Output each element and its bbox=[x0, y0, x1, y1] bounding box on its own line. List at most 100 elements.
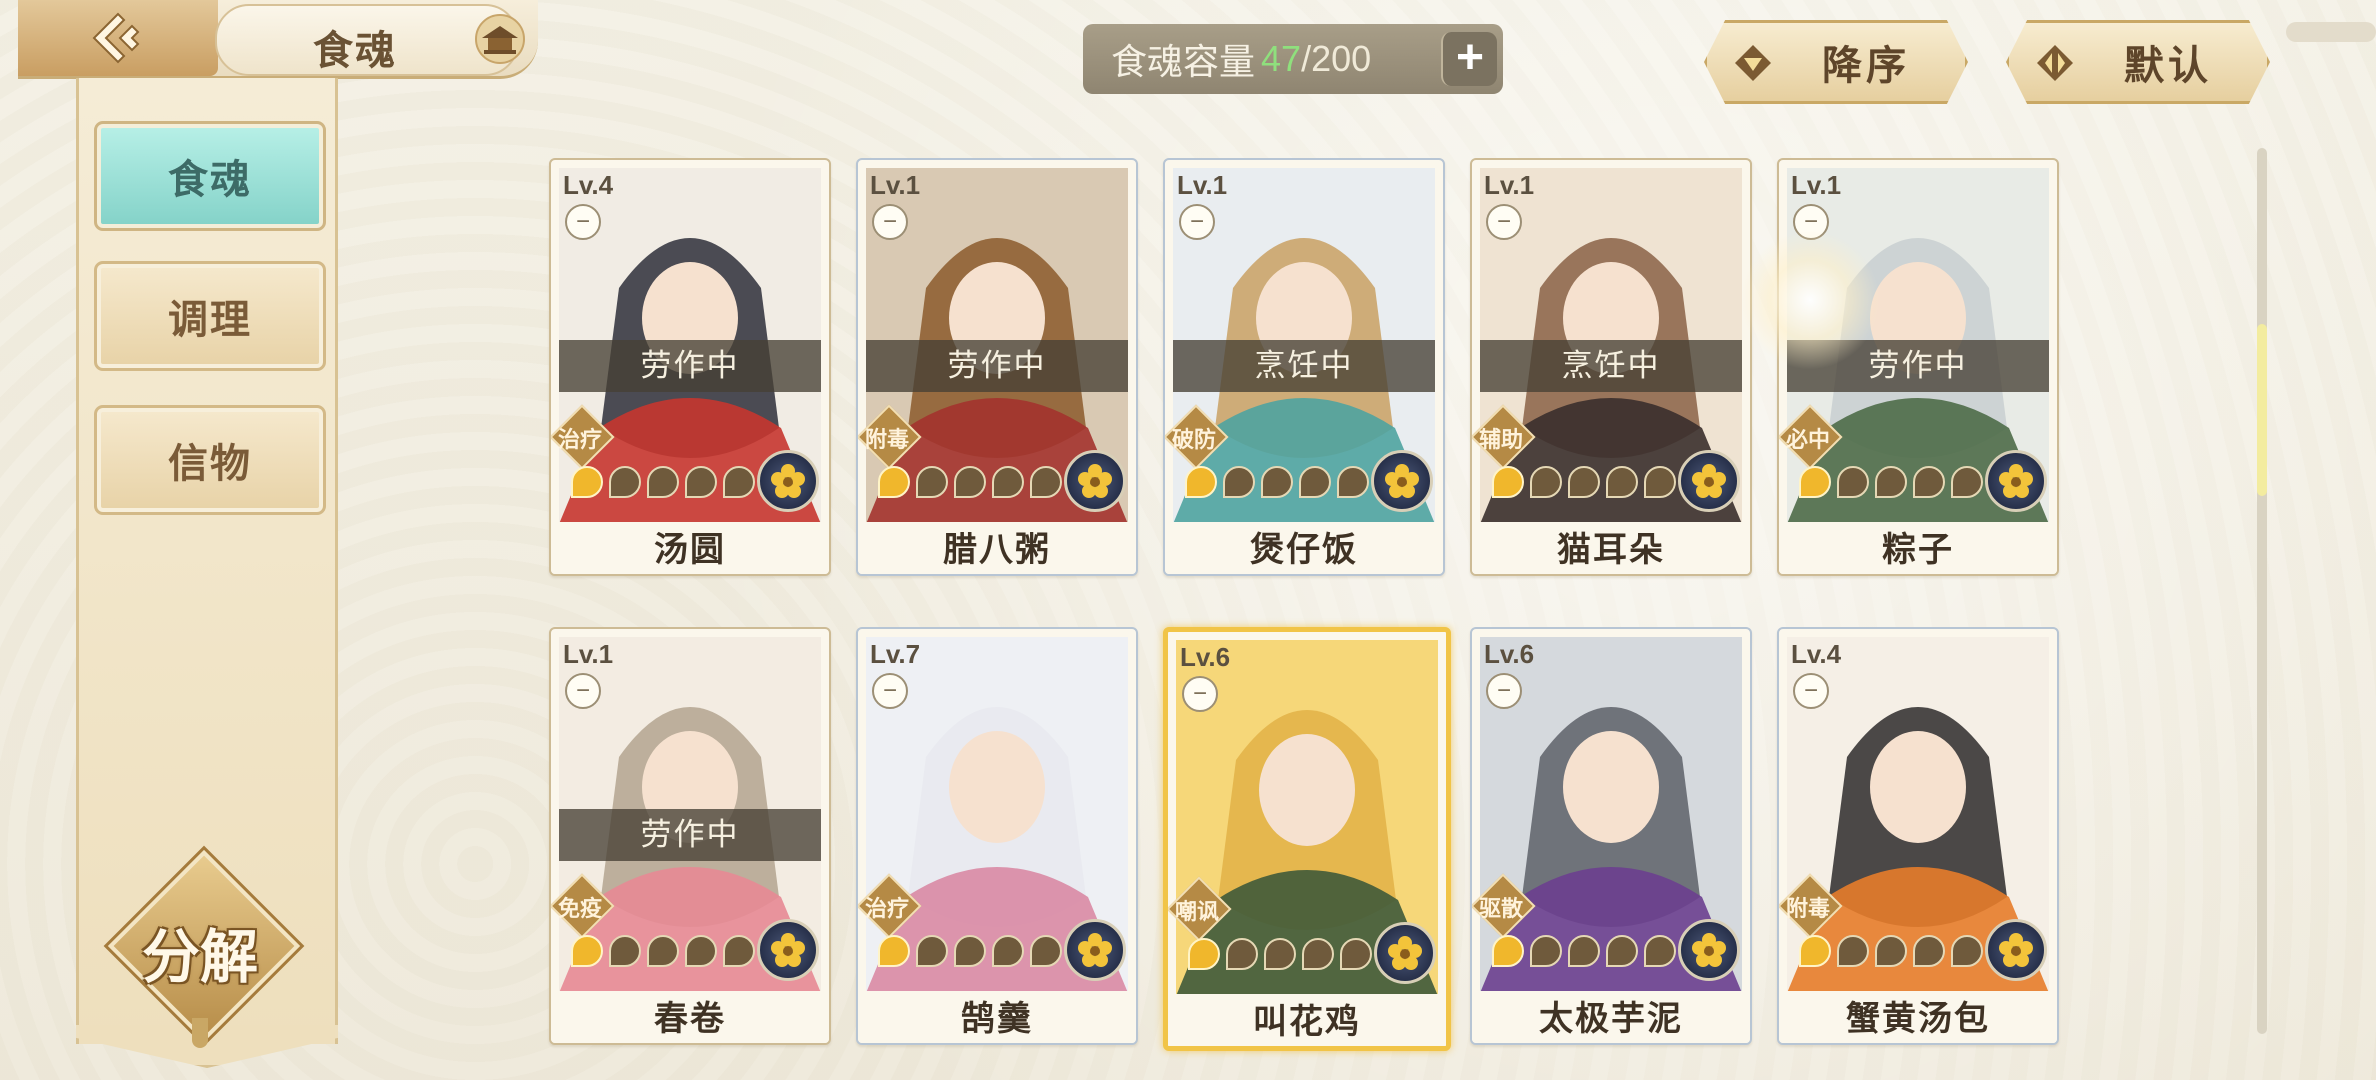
star-icon bbox=[647, 935, 679, 967]
minus-icon[interactable]: − bbox=[1793, 673, 1829, 709]
work-status-badge: 烹饪中 bbox=[1173, 340, 1435, 392]
food-soul-card[interactable]: Lv.1 − 劳作中 附毒 腊八粥 bbox=[856, 158, 1138, 576]
page-title: 食魂 bbox=[313, 29, 397, 73]
star-icon bbox=[1951, 466, 1983, 498]
star-icon bbox=[1185, 466, 1217, 498]
star-icon bbox=[1913, 466, 1945, 498]
star-icon bbox=[992, 466, 1024, 498]
scrollbar-track[interactable] bbox=[2257, 148, 2267, 1034]
capacity-current: 47 bbox=[1261, 38, 1302, 79]
capacity-label: 食魂容量 bbox=[1111, 41, 1256, 82]
role-badge: 治疗 bbox=[551, 404, 615, 470]
minus-icon[interactable]: − bbox=[1179, 204, 1215, 240]
flower-icon bbox=[771, 464, 805, 498]
star-rating bbox=[1799, 935, 1983, 971]
star-icon bbox=[723, 935, 755, 967]
star-icon bbox=[685, 466, 717, 498]
minus-icon[interactable]: − bbox=[872, 204, 908, 240]
food-soul-card[interactable]: Lv.6 − 驱散 太极芋泥 bbox=[1470, 627, 1752, 1045]
flower-icon bbox=[1999, 933, 2033, 967]
star-icon bbox=[1799, 935, 1831, 967]
sort-order-button[interactable]: 降序 bbox=[1704, 20, 1968, 104]
level-label: Lv.7 bbox=[870, 639, 921, 669]
character-name: 粽子 bbox=[1779, 522, 2057, 574]
star-icon bbox=[647, 466, 679, 498]
tab-cooking[interactable]: 调理 bbox=[94, 261, 326, 371]
star-icon bbox=[954, 935, 986, 967]
star-icon bbox=[1223, 466, 1255, 498]
food-soul-card[interactable]: Lv.1 − 劳作中 免疫 春卷 bbox=[549, 627, 831, 1045]
star-icon bbox=[1530, 935, 1562, 967]
minus-icon[interactable]: − bbox=[565, 204, 601, 240]
star-icon bbox=[916, 935, 948, 967]
tab-token[interactable]: 信物 bbox=[94, 405, 326, 515]
level-label: Lv.1 bbox=[563, 639, 614, 669]
star-rating bbox=[571, 935, 755, 971]
selection-sparkle bbox=[1740, 230, 1880, 370]
star-icon bbox=[1951, 935, 1983, 967]
sort-order-label: 降序 bbox=[1822, 44, 1910, 88]
food-soul-card[interactable]: Lv.7 − 治疗 鹄羹 bbox=[856, 627, 1138, 1045]
star-icon bbox=[992, 935, 1024, 967]
scrollbar-thumb[interactable] bbox=[2257, 324, 2267, 496]
star-rating bbox=[1185, 466, 1369, 502]
flower-element-icon bbox=[757, 450, 819, 512]
food-soul-card[interactable]: Lv.1 − 烹饪中 破防 煲仔饭 bbox=[1163, 158, 1445, 576]
decompose-button[interactable]: 分解 bbox=[103, 845, 305, 1048]
add-capacity-button[interactable]: + bbox=[1441, 32, 1497, 86]
food-soul-card[interactable]: Lv.6 − 嘲讽 叫花鸡 bbox=[1163, 627, 1451, 1051]
back-button[interactable] bbox=[18, 0, 218, 76]
star-icon bbox=[723, 466, 755, 498]
character-name: 猫耳朵 bbox=[1472, 522, 1750, 574]
flower-element-icon bbox=[757, 919, 819, 981]
flower-icon bbox=[1078, 464, 1112, 498]
star-icon bbox=[571, 466, 603, 498]
minus-icon[interactable]: − bbox=[565, 673, 601, 709]
corner-decoration bbox=[2286, 22, 2376, 42]
star-icon bbox=[1226, 938, 1258, 970]
role-badge: 免疫 bbox=[551, 873, 615, 939]
food-soul-card[interactable]: Lv.1 − 烹饪中 辅助 猫耳朵 bbox=[1470, 158, 1752, 576]
minus-icon[interactable]: − bbox=[872, 673, 908, 709]
level-label: Lv.1 bbox=[1177, 170, 1228, 200]
role-label: 治疗 bbox=[557, 427, 602, 452]
work-status-badge: 劳作中 bbox=[866, 340, 1128, 392]
level-label: Lv.1 bbox=[1791, 170, 1842, 200]
role-label: 附毒 bbox=[1785, 896, 1830, 921]
character-name: 太极芋泥 bbox=[1472, 991, 1750, 1043]
flower-element-icon bbox=[1064, 919, 1126, 981]
minus-icon[interactable]: − bbox=[1486, 204, 1522, 240]
food-soul-card[interactable]: Lv.4 − 附毒 蟹黄汤包 bbox=[1777, 627, 2059, 1045]
star-icon bbox=[685, 935, 717, 967]
star-icon bbox=[1492, 935, 1524, 967]
role-badge: 辅助 bbox=[1472, 404, 1536, 470]
minus-icon[interactable]: − bbox=[1182, 676, 1218, 712]
sort-default-label: 默认 bbox=[2124, 44, 2212, 88]
level-label: Lv.6 bbox=[1180, 642, 1231, 672]
star-icon bbox=[1875, 935, 1907, 967]
star-rating bbox=[1799, 466, 1983, 502]
star-icon bbox=[1261, 466, 1293, 498]
role-label: 驱散 bbox=[1478, 896, 1523, 921]
star-icon bbox=[609, 466, 641, 498]
star-icon bbox=[571, 935, 603, 967]
flower-element-icon bbox=[1985, 450, 2047, 512]
flower-element-icon bbox=[1985, 919, 2047, 981]
role-badge: 嘲讽 bbox=[1168, 876, 1232, 942]
work-status-badge: 劳作中 bbox=[559, 340, 821, 392]
star-icon bbox=[1875, 466, 1907, 498]
star-rating bbox=[878, 935, 1062, 971]
star-icon bbox=[1837, 935, 1869, 967]
tab-token-label: 信物 bbox=[168, 442, 252, 486]
star-icon bbox=[1492, 466, 1524, 498]
minus-icon[interactable]: − bbox=[1486, 673, 1522, 709]
level-label: Lv.4 bbox=[1791, 639, 1842, 669]
star-rating bbox=[571, 466, 755, 502]
tab-food-soul[interactable]: 食魂 bbox=[94, 121, 326, 231]
flower-element-icon bbox=[1678, 919, 1740, 981]
food-soul-card[interactable]: Lv.4 − 劳作中 治疗 汤圆 bbox=[549, 158, 831, 576]
sort-down-icon bbox=[1735, 45, 1771, 81]
sort-default-button[interactable]: 默认 bbox=[2006, 20, 2270, 104]
home-icon[interactable] bbox=[470, 14, 530, 64]
star-rating bbox=[1492, 935, 1676, 971]
